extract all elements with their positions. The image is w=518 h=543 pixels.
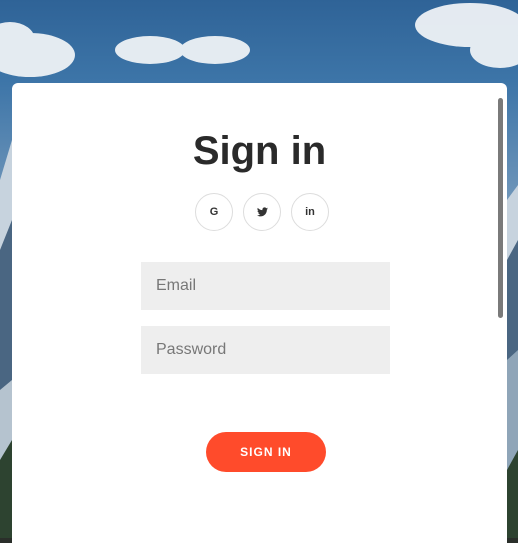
password-field[interactable] — [141, 326, 390, 374]
google-login-button[interactable]: G — [195, 193, 233, 231]
page-title: Sign in — [192, 129, 327, 173]
scrollbar[interactable] — [497, 83, 505, 543]
linkedin-icon: in — [305, 206, 315, 218]
scrollbar-thumb[interactable] — [498, 98, 503, 318]
google-icon: G — [209, 206, 219, 218]
sign-in-card: Sign in G in SIGN IN — [12, 83, 507, 543]
twitter-login-button[interactable] — [243, 193, 281, 231]
linkedin-login-button[interactable]: in — [291, 193, 329, 231]
email-field[interactable] — [141, 262, 390, 310]
social-login-row: G in — [195, 193, 329, 231]
sign-in-button[interactable]: SIGN IN — [206, 432, 326, 472]
twitter-icon — [256, 207, 268, 217]
